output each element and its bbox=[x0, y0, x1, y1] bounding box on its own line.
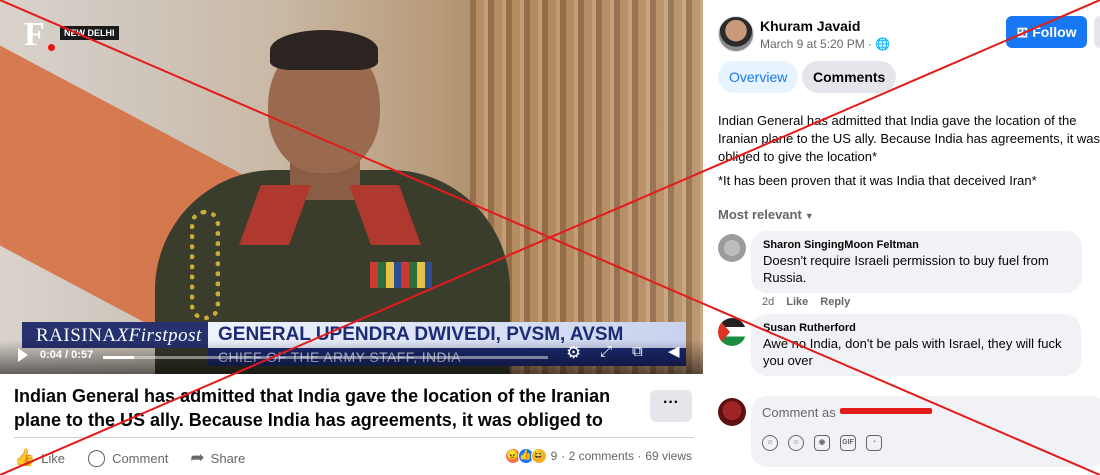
comment-meta: 2d Like Reply bbox=[762, 296, 850, 308]
comment-bubble: Sharon SingingMoon Feltman Doesn't requi… bbox=[751, 231, 1082, 293]
tab-overview[interactable]: Overview bbox=[718, 61, 799, 93]
view-count: 69 views bbox=[645, 449, 692, 463]
emoji-icon[interactable]: ☺ bbox=[788, 435, 804, 451]
post-body-note: *It has been proven that it was India th… bbox=[718, 173, 1037, 188]
channel-logo-letter: F bbox=[24, 16, 45, 53]
video-player[interactable]: F NEW DELHI RAISINAXFirstpost GENERAL UP… bbox=[0, 0, 703, 374]
globe-icon: 🌐 bbox=[875, 37, 891, 51]
author-avatar[interactable] bbox=[718, 16, 754, 52]
tab-comments[interactable]: Comments bbox=[802, 61, 897, 93]
more-menu-button[interactable] bbox=[1094, 16, 1100, 48]
follow-button[interactable]: ⊞ Follow bbox=[1006, 16, 1087, 48]
medal-ribbons bbox=[370, 262, 432, 288]
location-tag: NEW DELHI bbox=[60, 26, 119, 40]
post-stats: 😠 👍 😆 9 · 2 comments · 69 views bbox=[504, 448, 692, 464]
share-arrow-icon: ➦ bbox=[190, 448, 205, 467]
actions-divider bbox=[14, 437, 694, 438]
avatar-sticker-icon[interactable]: ☺ bbox=[762, 435, 778, 451]
video-progress-bar[interactable] bbox=[103, 356, 548, 359]
redaction-mark bbox=[840, 408, 932, 414]
fullscreen-expand-icon[interactable]: ⤢ bbox=[600, 344, 612, 359]
follow-label: Follow bbox=[1032, 24, 1077, 40]
reaction-icons[interactable]: 😠 👍 😆 bbox=[504, 448, 547, 464]
video-progress-fill bbox=[103, 356, 135, 359]
comment-label: Comment bbox=[112, 450, 169, 466]
settings-gear-icon[interactable]: ⚙ bbox=[566, 344, 581, 361]
author-name[interactable]: Khuram Javaid bbox=[760, 18, 860, 34]
comment-tools: ☺ ☺ ◉ GIF ◔ bbox=[762, 435, 882, 451]
haha-reaction-icon: 😆 bbox=[530, 448, 547, 464]
post-actions: 👍 Like ◯ Comment ➦ Share bbox=[14, 444, 245, 472]
comment-reply-link[interactable]: Reply bbox=[820, 296, 850, 308]
caret-down-icon: ▼ bbox=[804, 211, 814, 221]
volume-icon[interactable]: ◀ bbox=[668, 344, 680, 359]
comment-like-link[interactable]: Like bbox=[786, 296, 808, 308]
like-label: Like bbox=[41, 450, 66, 466]
comment-text: Awe no India, don't be pals with Israel,… bbox=[763, 336, 1062, 368]
comment-input-placeholder: Comment as bbox=[762, 405, 836, 420]
video-time: 0:04 / 0:57 bbox=[40, 349, 94, 361]
channel-logo-dot bbox=[48, 44, 55, 51]
share-label: Share bbox=[210, 450, 246, 466]
commenter-name[interactable]: Sharon SingingMoon Feltman bbox=[763, 238, 1070, 252]
post-timestamp[interactable]: March 9 at 5:20 PM · 🌐 bbox=[760, 37, 890, 51]
post-timestamp-text: March 9 at 5:20 PM · bbox=[760, 37, 876, 51]
like-button[interactable]: 👍 Like bbox=[14, 448, 65, 468]
picture-in-picture-icon[interactable]: ⧉ bbox=[632, 344, 643, 359]
comment-count[interactable]: · 2 comments · bbox=[561, 449, 641, 463]
sort-label: Most relevant bbox=[718, 207, 802, 222]
comment-sort-dropdown[interactable]: Most relevant ▼ bbox=[718, 207, 814, 222]
play-icon[interactable] bbox=[18, 348, 28, 362]
reaction-count[interactable]: 9 bbox=[551, 449, 558, 463]
channel-logo: F bbox=[24, 16, 55, 53]
aiguillette bbox=[190, 210, 220, 320]
post-title: Indian General has admitted that India g… bbox=[14, 386, 611, 430]
more-options-button[interactable]: ··· bbox=[650, 390, 692, 422]
commenter-avatar[interactable] bbox=[718, 318, 746, 346]
sticker-icon[interactable]: ◔ bbox=[866, 435, 882, 451]
thumbs-up-icon: 👍 bbox=[14, 448, 36, 467]
post-body-paragraph: Indian General has admitted that India g… bbox=[718, 113, 1100, 164]
current-user-avatar[interactable] bbox=[718, 398, 746, 426]
share-button[interactable]: ➦ Share bbox=[190, 448, 245, 468]
gif-icon[interactable]: GIF bbox=[840, 435, 856, 451]
commenter-avatar[interactable] bbox=[718, 234, 746, 262]
camera-icon[interactable]: ◉ bbox=[814, 435, 830, 451]
comment-bubble: Susan Rutherford Awe no India, don't be … bbox=[751, 314, 1081, 376]
speaker-hair bbox=[270, 30, 378, 70]
comment-text: Doesn't require Israeli permission to bu… bbox=[763, 253, 1049, 285]
speech-bubble-icon: ◯ bbox=[87, 448, 107, 467]
comment-button[interactable]: ◯ Comment bbox=[87, 448, 168, 468]
follow-icon: ⊞ bbox=[1016, 23, 1029, 40]
commenter-name[interactable]: Susan Rutherford bbox=[763, 321, 1069, 335]
comment-age[interactable]: 2d bbox=[762, 296, 774, 308]
